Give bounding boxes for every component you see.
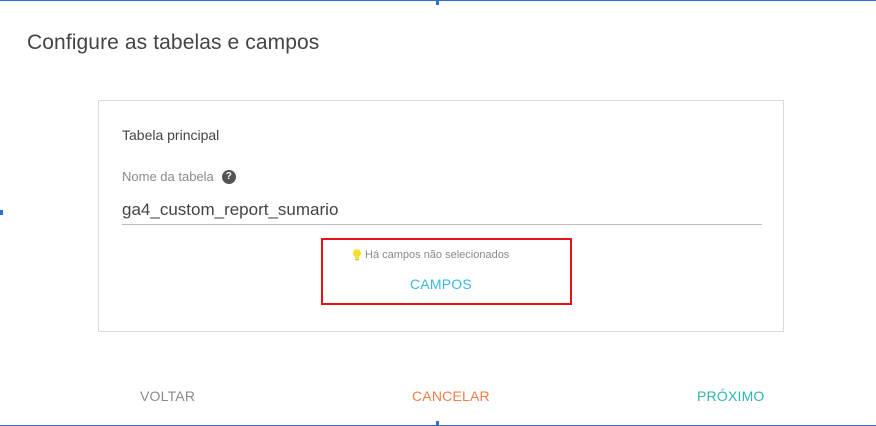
lightbulb-icon <box>353 249 361 261</box>
resize-handle-bottom[interactable] <box>436 421 439 426</box>
warning-text: Há campos não selecionados <box>365 249 510 261</box>
warning-row: Há campos não selecionados <box>352 249 509 261</box>
cancel-button[interactable]: CANCELAR <box>412 388 490 404</box>
card-heading: Tabela principal <box>122 127 220 143</box>
resize-handle-left[interactable] <box>0 210 3 215</box>
fields-link[interactable]: CAMPOS <box>410 276 472 292</box>
resize-handle-top[interactable] <box>436 0 439 5</box>
question-circle-icon[interactable]: ? <box>221 169 236 184</box>
table-name-input[interactable] <box>122 195 762 225</box>
next-button[interactable]: PRÓXIMO <box>697 388 765 404</box>
back-button[interactable]: VOLTAR <box>140 388 195 404</box>
field-label-row: Nome da tabela ? <box>122 169 236 184</box>
table-name-label: Nome da tabela <box>122 169 214 184</box>
dialog-title: Configure as tabelas e campos <box>27 31 320 54</box>
